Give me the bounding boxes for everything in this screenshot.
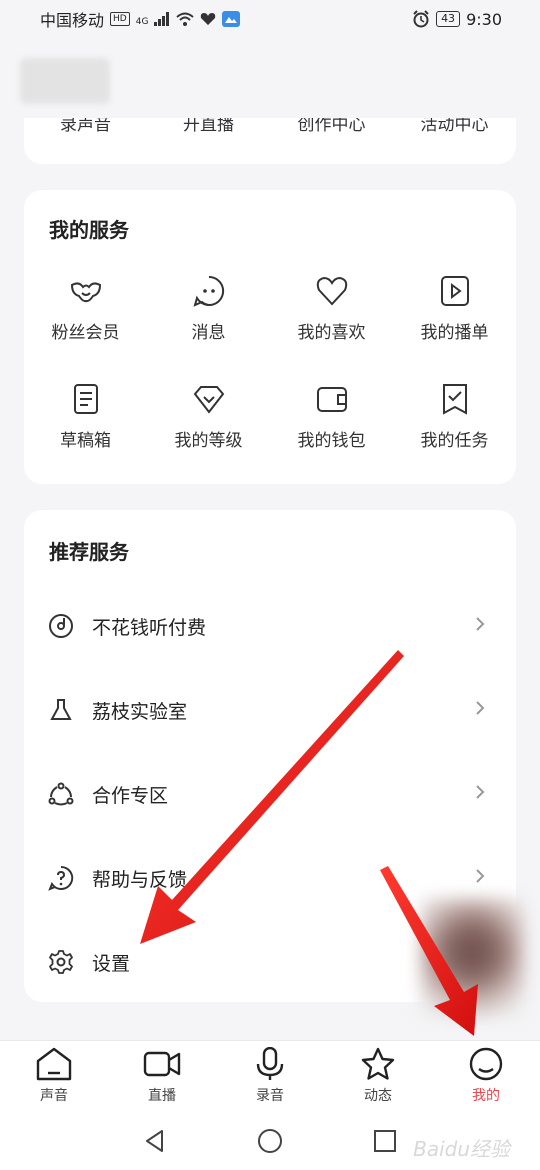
service-message[interactable]: 消息 [147,274,270,343]
recommended-item-lab[interactable]: 荔枝实验室 [24,668,516,752]
help-icon [48,865,74,891]
level-icon [193,386,224,414]
system-nav-bar: Baidu经验 [0,1110,540,1170]
service-label: 我的播单 [420,323,489,343]
clock: 9:30 [466,9,502,29]
service-favorites[interactable]: 我的喜欢 [270,274,393,343]
watermark: Baidu经验 [413,1137,510,1161]
chevron-right-icon [476,869,485,883]
recommended-label: 荔枝实验室 [92,700,188,723]
wallet-icon [316,387,347,412]
message-icon [192,275,224,307]
my-services-title: 我的服务 [49,218,129,242]
microphone-icon [256,1047,284,1080]
service-fan-member[interactable]: 粉丝会员 [24,274,147,343]
tab-label: 直播 [148,1088,176,1104]
recommended-label: 帮助与反馈 [92,868,188,891]
draft-icon [73,384,98,414]
recommended-title: 推荐服务 [49,540,129,564]
service-label: 消息 [191,323,226,343]
chevron-right-icon [476,701,485,715]
recents-icon[interactable] [372,1128,398,1154]
carrier-label: 中国移动 [40,11,105,30]
hd-badge: HD [110,12,130,26]
tab-mine[interactable]: 我的 [432,1041,540,1110]
fan-member-icon [70,282,101,303]
service-label: 草稿箱 [60,431,111,451]
blurred-username [20,58,110,104]
shortcut-creator-center[interactable]: 创作中心 [270,118,393,135]
shortcut-live[interactable]: 开直播 [147,118,270,135]
recommended-label: 合作专区 [92,784,169,807]
service-label: 我的钱包 [297,431,366,451]
service-wallet[interactable]: 我的钱包 [270,382,393,451]
shortcut-record[interactable]: 录声音 [24,118,147,135]
gear-icon [49,950,73,974]
tab-moments[interactable]: 动态 [324,1041,432,1110]
service-label: 粉丝会员 [51,323,120,343]
signal-icon [154,12,170,26]
cooperation-icon [48,782,74,806]
disc-icon [49,614,73,638]
app-notification-icon [222,11,241,27]
service-level[interactable]: 我的等级 [147,382,270,451]
heart-icon [316,276,347,306]
star-icon [361,1047,395,1080]
tab-record[interactable]: 录音 [216,1041,324,1110]
tab-label: 动态 [364,1088,392,1104]
status-left: 中国移动 HD 4G [40,7,241,31]
tab-label: 录音 [256,1088,284,1104]
recommended-item-cooperation[interactable]: 合作专区 [24,752,516,836]
service-label: 我的任务 [420,431,489,451]
my-services-card: 我的服务 粉丝会员 消息 我的喜欢 我的播单 草稿箱 我的等级 我的钱包 我的任… [24,190,516,484]
wifi-icon [176,12,195,26]
home-icon [36,1047,72,1081]
signal-type-label: 4G [135,17,149,27]
home-circle-icon[interactable] [257,1128,283,1154]
tab-sound[interactable]: 声音 [0,1041,108,1110]
playlist-icon [440,276,469,306]
bottom-tab-bar: 声音 直播 录音 动态 我的 [0,1040,540,1110]
live-camera-icon [143,1051,181,1077]
shortcut-event-center[interactable]: 活动中心 [393,118,516,135]
blurred-floating-avatar [420,898,524,1018]
service-tasks[interactable]: 我的任务 [393,382,516,451]
profile-icon [469,1047,503,1081]
chevron-right-icon [476,785,485,799]
service-label: 我的喜欢 [297,323,366,343]
shortcuts-card: 录声音 开直播 创作中心 活动中心 [24,118,516,164]
status-bar: 中国移动 HD 4G 43 9:30 [0,0,540,38]
health-heart-icon [201,13,216,25]
back-icon[interactable] [142,1128,168,1154]
tab-label: 声音 [40,1088,68,1104]
service-drafts[interactable]: 草稿箱 [24,382,147,451]
tab-label: 我的 [472,1088,500,1104]
task-icon [442,384,467,415]
service-playlist[interactable]: 我的播单 [393,274,516,343]
flask-icon [50,699,72,720]
alarm-icon [413,10,429,28]
chevron-right-icon [476,617,485,631]
service-label: 我的等级 [174,431,243,451]
recommended-label: 不花钱听付费 [92,616,207,639]
tab-live[interactable]: 直播 [108,1041,216,1110]
recommended-item-free-listen[interactable]: 不花钱听付费 [24,584,516,668]
battery-indicator: 43 [436,11,461,27]
recommended-label: 设置 [92,952,131,975]
status-right: 43 9:30 [412,10,502,29]
